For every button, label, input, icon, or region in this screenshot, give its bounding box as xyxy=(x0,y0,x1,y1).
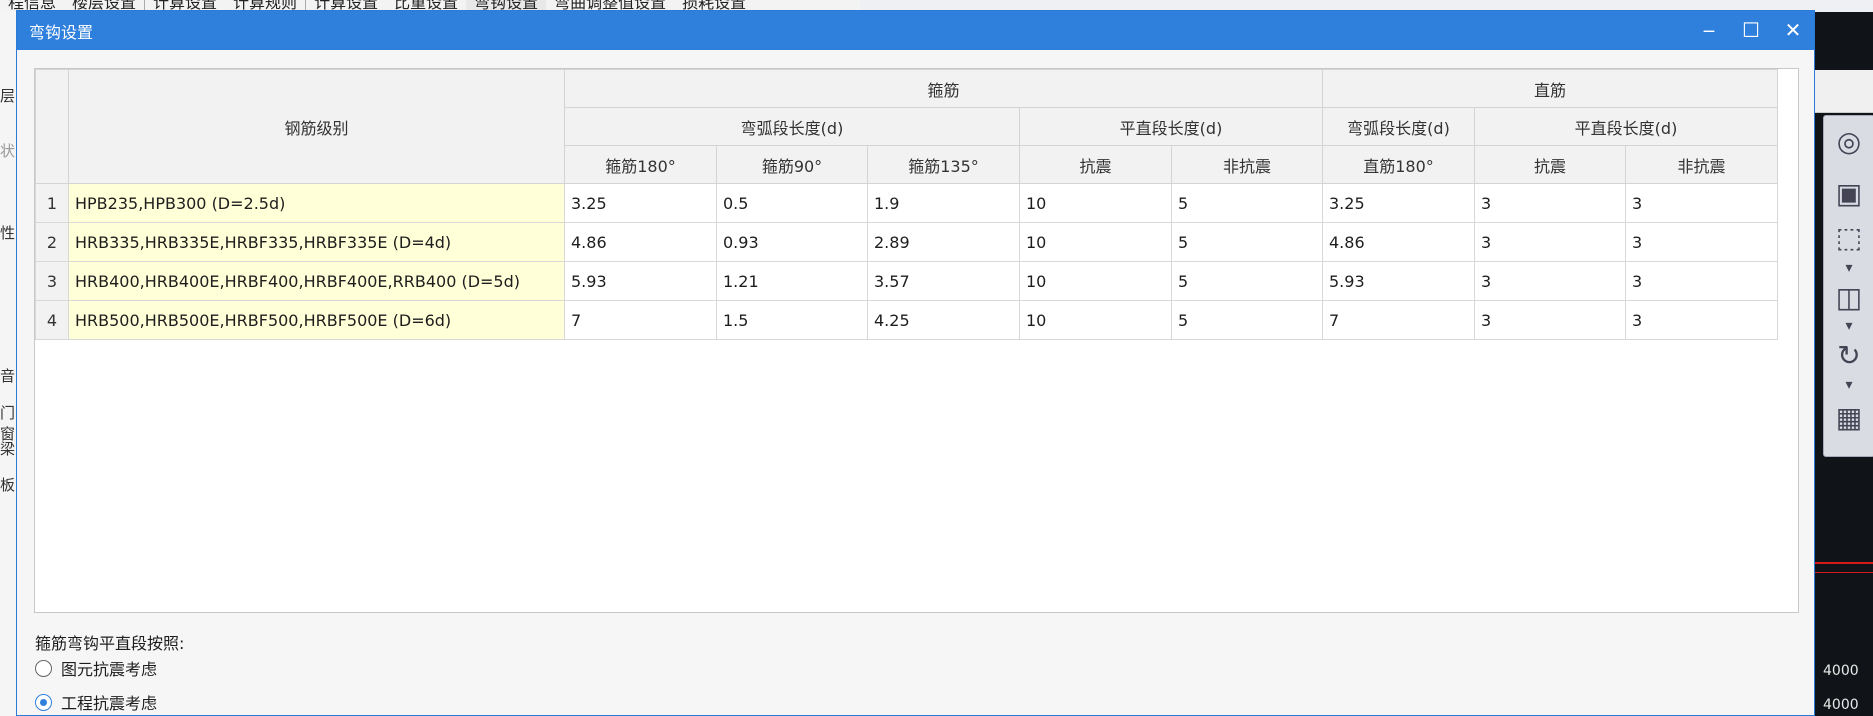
value-cell[interactable]: 7 xyxy=(564,300,717,340)
value-cell[interactable]: 3 xyxy=(1474,300,1626,340)
dialog-title: 弯钩设置 xyxy=(29,22,94,42)
header-straight-seismic[interactable]: 抗震 xyxy=(1474,145,1626,184)
header-stirrup-90[interactable]: 箍筋90° xyxy=(716,145,868,184)
radio-label[interactable]: 图元抗震考虑 xyxy=(61,656,157,680)
value-cell[interactable]: 3 xyxy=(1625,183,1778,223)
value-cell[interactable]: 3 xyxy=(1474,261,1626,301)
header-stirrup-135[interactable]: 箍筋135° xyxy=(867,145,1020,184)
value-cell[interactable]: 3.25 xyxy=(1322,183,1475,223)
value-cell[interactable]: 4.86 xyxy=(564,222,717,262)
header-straight-arc-length[interactable]: 弯弧段长度(d) xyxy=(1322,107,1475,146)
row-number[interactable]: 3 xyxy=(35,261,69,301)
value-cell[interactable]: 4.25 xyxy=(867,300,1020,340)
background-left-panel: 层 状 性 音 门窗 梁 板 xyxy=(0,12,17,716)
value-cell[interactable]: 3 xyxy=(1474,222,1626,262)
window-controls: ‒ ☐ ✕ xyxy=(1688,11,1814,50)
radio-button[interactable] xyxy=(35,659,52,677)
corner-header xyxy=(35,69,69,184)
hook-settings-table-container[interactable]: 钢筋级别 箍筋 直筋 弯弧段长度(d) 平直段长度(d) 弯弧段长度(d) 平直… xyxy=(34,68,1799,613)
bg-left-label[interactable]: 性 xyxy=(0,222,16,243)
value-cell[interactable]: 2.89 xyxy=(867,222,1020,262)
radio-label[interactable]: 工程抗震考虑 xyxy=(61,690,157,714)
value-cell[interactable]: 5 xyxy=(1171,300,1323,340)
flat-segment-basis-label: 箍筋弯钩平直段按照: xyxy=(35,634,185,653)
bg-left-label[interactable]: 音 xyxy=(0,365,16,386)
orbit-icon[interactable]: ◎ xyxy=(1830,122,1868,162)
box-view-icon[interactable]: ◫ xyxy=(1830,278,1868,318)
header-stirrup-flat-length[interactable]: 平直段长度(d) xyxy=(1019,107,1323,146)
value-cell[interactable]: 5.93 xyxy=(564,261,717,301)
header-straight-180[interactable]: 直筋180° xyxy=(1322,145,1475,184)
value-cell[interactable]: 1.21 xyxy=(716,261,868,301)
value-cell[interactable]: 0.93 xyxy=(716,222,868,262)
value-cell[interactable]: 3 xyxy=(1625,222,1778,262)
value-cell[interactable]: 1.5 xyxy=(716,300,868,340)
header-straight-flat-length[interactable]: 平直段长度(d) xyxy=(1474,107,1778,146)
value-cell[interactable]: 0.5 xyxy=(716,183,868,223)
row-number[interactable]: 2 xyxy=(35,222,69,262)
value-cell[interactable]: 10 xyxy=(1019,300,1172,340)
value-cell[interactable]: 5 xyxy=(1171,261,1323,301)
close-button[interactable]: ✕ xyxy=(1772,11,1814,50)
radio-element-seismic[interactable]: 图元抗震考虑 xyxy=(35,656,157,680)
row-number[interactable]: 1 xyxy=(35,183,69,223)
table-row[interactable]: 2 HRB335,HRB335E,HRBF335,HRBF335E (D=4d)… xyxy=(35,222,1778,262)
dialog-titlebar[interactable]: 弯钩设置 ‒ ☐ ✕ xyxy=(17,11,1814,50)
grade-cell[interactable]: HRB400,HRB400E,HRBF400,HRBF400E,RRB400 (… xyxy=(68,261,565,301)
value-cell[interactable]: 3.25 xyxy=(564,183,717,223)
value-cell[interactable]: 10 xyxy=(1019,183,1172,223)
rotate-icon[interactable]: ↻ xyxy=(1830,336,1868,376)
header-straight-non-seismic[interactable]: 非抗震 xyxy=(1625,145,1778,184)
value-cell[interactable]: 10 xyxy=(1019,222,1172,262)
bg-left-label[interactable]: 梁 xyxy=(0,438,16,459)
value-cell[interactable]: 3 xyxy=(1625,300,1778,340)
header-stirrup-arc-length[interactable]: 弯弧段长度(d) xyxy=(564,107,1020,146)
viewport-readout: 4000 xyxy=(1823,663,1859,679)
header-stirrup-seismic[interactable]: 抗震 xyxy=(1019,145,1172,184)
value-cell[interactable]: 3 xyxy=(1474,183,1626,223)
header-stirrup[interactable]: 箍筋 xyxy=(564,69,1323,108)
hook-settings-dialog: 弯钩设置 ‒ ☐ ✕ 钢筋级别 箍筋 直筋 弯弧段长度(d) 平直段长度(d) … xyxy=(16,10,1815,716)
maximize-button[interactable]: ☐ xyxy=(1730,11,1772,50)
value-cell[interactable]: 7 xyxy=(1322,300,1475,340)
radio-project-seismic[interactable]: 工程抗震考虑 xyxy=(35,690,157,714)
value-cell[interactable]: 10 xyxy=(1019,261,1172,301)
value-cell[interactable]: 1.9 xyxy=(867,183,1020,223)
table-row[interactable]: 1 HPB235,HPB300 (D=2.5d) 3.25 0.5 1.9 10… xyxy=(35,183,1778,223)
bg-left-label[interactable]: 层 xyxy=(0,85,16,106)
value-cell[interactable]: 4.86 xyxy=(1322,222,1475,262)
table-row[interactable]: 3 HRB400,HRB400E,HRBF400,HRBF400E,RRB400… xyxy=(35,261,1778,301)
table-row[interactable]: 4 HRB500,HRB500E,HRBF500,HRBF500E (D=6d)… xyxy=(35,300,1778,340)
header-grade[interactable]: 钢筋级别 xyxy=(68,69,565,184)
header-stirrup-180[interactable]: 箍筋180° xyxy=(564,145,717,184)
value-cell[interactable]: 3.57 xyxy=(867,261,1020,301)
view-toolbar: ◎ ▣ ⬚ ▾ ◫ ▾ ↻ ▾ ▦ xyxy=(1823,115,1873,457)
value-cell[interactable]: 3 xyxy=(1625,261,1778,301)
value-cell[interactable]: 5 xyxy=(1171,222,1323,262)
viewport-red-line xyxy=(1815,562,1873,564)
bg-left-label[interactable]: 状 xyxy=(0,140,16,161)
chevron-down-icon[interactable]: ▾ xyxy=(1830,378,1868,392)
header-straight[interactable]: 直筋 xyxy=(1322,69,1778,108)
background-viewport-header xyxy=(1815,70,1873,113)
grade-cell[interactable]: HRB335,HRB335E,HRBF335,HRBF335E (D=4d) xyxy=(68,222,565,262)
chevron-down-icon[interactable]: ▾ xyxy=(1830,319,1868,333)
radio-button-selected[interactable] xyxy=(35,693,52,711)
value-cell[interactable]: 5.93 xyxy=(1322,261,1475,301)
3d-view-icon[interactable]: ▣ xyxy=(1830,174,1868,214)
value-cell[interactable]: 5 xyxy=(1171,183,1323,223)
grade-cell[interactable]: HRB500,HRB500E,HRBF500,HRBF500E (D=6d) xyxy=(68,300,565,340)
viewport-readout: 4000 xyxy=(1823,697,1859,713)
row-number[interactable]: 4 xyxy=(35,300,69,340)
cube-view-icon[interactable]: ⬚ xyxy=(1830,218,1868,258)
viewport-red-line xyxy=(1815,572,1873,573)
header-stirrup-non-seismic[interactable]: 非抗震 xyxy=(1171,145,1323,184)
bg-left-label[interactable]: 板 xyxy=(0,474,16,495)
grade-cell[interactable]: HPB235,HPB300 (D=2.5d) xyxy=(68,183,565,223)
minimize-button[interactable]: ‒ xyxy=(1688,11,1730,50)
layout-grid-icon[interactable]: ▦ xyxy=(1830,398,1868,438)
hook-settings-table: 钢筋级别 箍筋 直筋 弯弧段长度(d) 平直段长度(d) 弯弧段长度(d) 平直… xyxy=(35,69,1778,340)
chevron-down-icon[interactable]: ▾ xyxy=(1830,261,1868,275)
